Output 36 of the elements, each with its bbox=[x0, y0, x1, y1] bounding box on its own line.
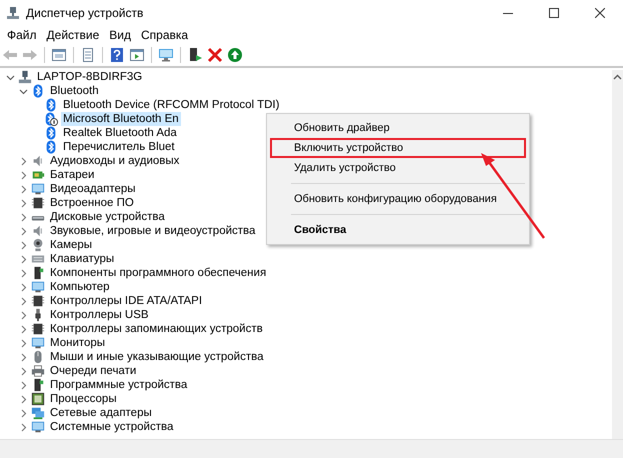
tree-item[interactable]: Очереди печати bbox=[48, 364, 138, 378]
menu-item[interactable]: Включить устройство bbox=[270, 138, 526, 158]
tree-item[interactable]: Realtek Bluetooth Ada bbox=[61, 126, 179, 140]
tree-item[interactable]: Аудиовходы и аудиовых bbox=[48, 154, 182, 168]
tree-item[interactable]: Программные устройства bbox=[48, 378, 190, 392]
menu-item[interactable]: Свойства bbox=[270, 220, 526, 240]
menu-item[interactable]: Обновить конфигурацию оборудования bbox=[270, 189, 526, 209]
tree-item[interactable]: Встроенное ПО bbox=[48, 196, 136, 210]
menu-item[interactable]: Обновить драйвер bbox=[270, 118, 526, 138]
tree-item[interactable]: Сетевые адаптеры bbox=[48, 406, 154, 420]
tree-item[interactable]: Видеоадаптеры bbox=[48, 182, 138, 196]
menu-item[interactable]: Действие bbox=[42, 27, 104, 43]
menu-item[interactable]: Справка bbox=[136, 27, 194, 43]
tree-item[interactable]: Дисковые устройства bbox=[48, 210, 167, 224]
tree-item[interactable]: Контроллеры USB bbox=[48, 308, 151, 322]
tree-item[interactable]: Компоненты программного обеспечения bbox=[48, 266, 268, 280]
tree-item[interactable]: Мониторы bbox=[48, 336, 108, 350]
tree-item[interactable]: Компьютер bbox=[48, 280, 112, 294]
tree-item[interactable]: Bluetooth bbox=[48, 84, 101, 98]
tree-item[interactable]: Контроллеры IDE ATA/ATAPI bbox=[48, 294, 204, 308]
menu-item[interactable]: Удалить устройство bbox=[270, 158, 526, 178]
tree-item[interactable]: Звуковые, игровые и видеоустройства bbox=[48, 224, 258, 238]
tree-item[interactable]: Батареи bbox=[48, 168, 96, 182]
tree-item[interactable]: Мыши и иные указывающие устройства bbox=[48, 350, 266, 364]
tree-item[interactable]: Контроллеры запоминающих устройств bbox=[48, 322, 265, 336]
tree-item[interactable]: LAPTOP-8BDIRF3G bbox=[35, 70, 144, 84]
tree-item[interactable]: Microsoft Bluetooth En bbox=[61, 112, 181, 126]
menu-item[interactable]: Файл bbox=[2, 27, 42, 43]
tree-item[interactable]: Перечислитель Bluet bbox=[61, 140, 177, 154]
tree-item[interactable]: Камеры bbox=[48, 238, 94, 252]
tree-item[interactable]: Системные устройства bbox=[48, 420, 176, 434]
menu-item[interactable]: Вид bbox=[104, 27, 136, 43]
tree-item[interactable]: Клавиатуры bbox=[48, 252, 116, 266]
tree-item[interactable]: Процессоры bbox=[48, 392, 119, 406]
tree-item[interactable]: Bluetooth Device (RFCOMM Protocol TDI) bbox=[61, 98, 282, 112]
window-title: Диспетчер устройств bbox=[26, 6, 144, 20]
